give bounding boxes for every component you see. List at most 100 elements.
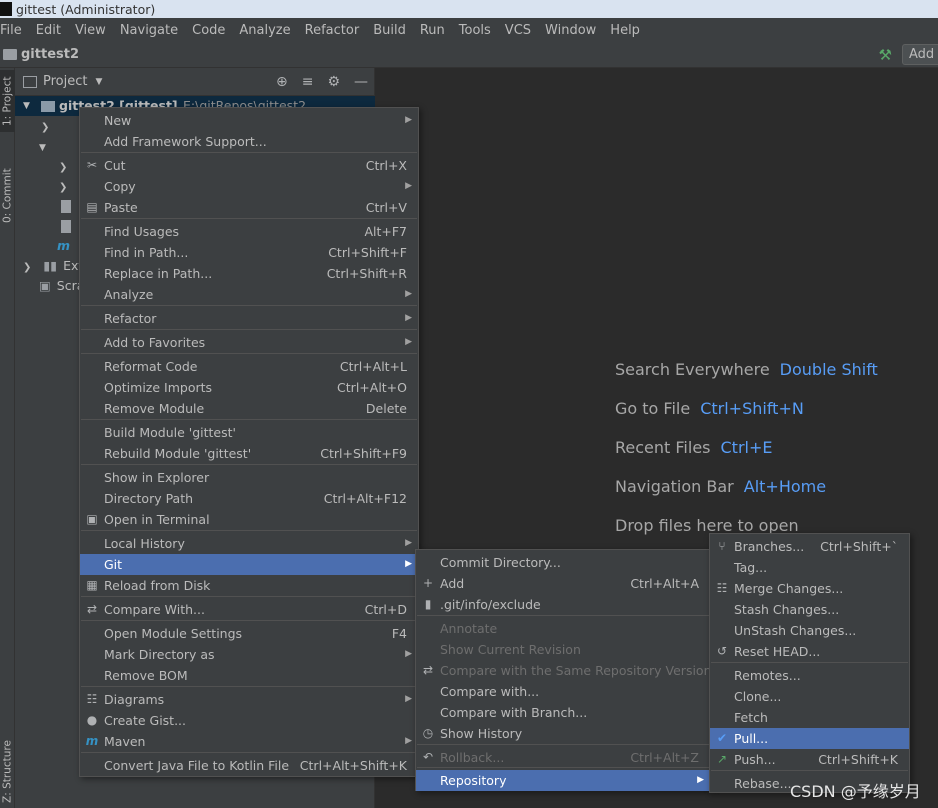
- menu-item-compare-with[interactable]: ⇄ Compare With... Ctrl+D: [80, 599, 418, 620]
- chevron-right-icon[interactable]: ❯: [59, 182, 67, 193]
- menu-item-branches[interactable]: ⑂ Branches... Ctrl+Shift+`: [710, 536, 909, 557]
- menu-item-find-in-path[interactable]: Find in Path... Ctrl+Shift+F: [80, 242, 418, 263]
- window-title: gittest (Administrator): [16, 1, 156, 17]
- tree-row[interactable]: [61, 216, 71, 236]
- add-configuration-button[interactable]: Add: [902, 44, 938, 65]
- tab-commit[interactable]: 0: Commit: [0, 160, 15, 232]
- tree-row[interactable]: ❯: [41, 116, 49, 136]
- menu-item-add-to-favorites[interactable]: Add to Favorites ▶: [80, 332, 418, 353]
- menu-item-compare-with-the-same-repository-version[interactable]: ⇄ Compare with the Same Repository Versio…: [416, 660, 712, 681]
- minimize-icon[interactable]: —: [354, 74, 368, 90]
- build-hammer-icon[interactable]: ⚒: [879, 46, 892, 64]
- tree-row[interactable]: ❯: [59, 176, 67, 196]
- menu-item-label: Git: [104, 557, 123, 572]
- menu-item-maven[interactable]: m Maven ▶: [80, 731, 418, 752]
- chevron-down-icon[interactable]: ▼: [23, 96, 30, 116]
- menu-item-rollback[interactable]: ↶ Rollback... Ctrl+Alt+Z: [416, 747, 710, 768]
- menu-item-merge-changes[interactable]: ☷ Merge Changes...: [710, 578, 909, 599]
- menu-item-directory-path[interactable]: Directory Path Ctrl+Alt+F12: [80, 488, 418, 509]
- menu-item-build-module-gittest[interactable]: Build Module 'gittest': [80, 422, 418, 443]
- menu-item-rebuild-module-gittest[interactable]: Rebuild Module 'gittest' Ctrl+Shift+F9: [80, 443, 418, 464]
- menu-item-copy[interactable]: Copy ▶: [80, 176, 418, 197]
- collapse-all-icon[interactable]: ≡: [302, 74, 314, 90]
- merge-icon: ☷: [716, 581, 728, 595]
- menu-view[interactable]: View: [68, 23, 113, 38]
- menu-file[interactable]: File: [0, 23, 29, 38]
- menu-item-show-history[interactable]: ◷ Show History: [416, 723, 710, 744]
- menu-item-pull[interactable]: ✔ Pull...: [710, 728, 909, 749]
- menu-item-cut[interactable]: ✂ Cut Ctrl+X: [80, 155, 418, 176]
- menu-item-convert-java-file-to-kotlin-file[interactable]: Convert Java File to Kotlin File Ctrl+Alt…: [80, 755, 418, 776]
- menu-item-reset-head[interactable]: ↺ Reset HEAD...: [710, 641, 909, 662]
- menu-item-commit-directory[interactable]: Commit Directory...: [416, 552, 710, 573]
- menu-analyze[interactable]: Analyze: [232, 23, 297, 38]
- menu-item-git-info-exclude[interactable]: ▮ .git/info/exclude: [416, 594, 710, 615]
- menu-item-reload-from-disk[interactable]: ▦ Reload from Disk: [80, 575, 418, 596]
- menu-item-paste[interactable]: ▤ Paste Ctrl+V: [80, 197, 418, 218]
- menu-item-analyze[interactable]: Analyze ▶: [80, 284, 418, 305]
- tree-row[interactable]: [61, 196, 71, 216]
- menu-item-fetch[interactable]: Fetch: [710, 707, 909, 728]
- hint-go-to-file: Go to File Ctrl+Shift+N: [615, 399, 804, 418]
- menu-item-repository[interactable]: Repository ▶: [416, 770, 710, 791]
- menu-refactor[interactable]: Refactor: [298, 23, 367, 38]
- menu-item-remove-module[interactable]: Remove Module Delete: [80, 398, 418, 419]
- menu-navigate[interactable]: Navigate: [113, 23, 185, 38]
- menu-item-optimize-imports[interactable]: Optimize Imports Ctrl+Alt+O: [80, 377, 418, 398]
- chevron-down-icon[interactable]: ▼: [95, 77, 102, 87]
- tab-structure[interactable]: Z: Structure: [0, 736, 15, 808]
- menu-item-shortcut: Ctrl+V: [365, 200, 407, 215]
- menu-item-add[interactable]: + Add Ctrl+Alt+A: [416, 573, 710, 594]
- file-icon: [61, 220, 71, 233]
- menu-item-compare-with-branch[interactable]: Compare with Branch...: [416, 702, 710, 723]
- project-panel-title[interactable]: Project: [43, 74, 87, 89]
- menu-item-replace-in-path[interactable]: Replace in Path... Ctrl+Shift+R: [80, 263, 418, 284]
- menu-item-find-usages[interactable]: Find Usages Alt+F7: [80, 221, 418, 242]
- chevron-right-icon[interactable]: ❯: [41, 122, 49, 133]
- menu-item-label: Replace in Path...: [104, 266, 213, 281]
- menu-item-reformat-code[interactable]: Reformat Code Ctrl+Alt+L: [80, 356, 418, 377]
- menu-item-new[interactable]: New ▶: [80, 110, 418, 131]
- menu-item-git[interactable]: Git ▶: [80, 554, 418, 575]
- menu-vcs[interactable]: VCS: [498, 23, 538, 38]
- menu-item-refactor[interactable]: Refactor ▶: [80, 308, 418, 329]
- menu-item-clone[interactable]: Clone...: [710, 686, 909, 707]
- menu-code[interactable]: Code: [185, 23, 232, 38]
- menu-item-compare-with[interactable]: Compare with...: [416, 681, 710, 702]
- chevron-down-icon[interactable]: ▼: [39, 143, 46, 153]
- menu-help[interactable]: Help: [603, 23, 647, 38]
- gear-icon[interactable]: ⚙: [327, 74, 340, 90]
- menu-item-open-module-settings[interactable]: Open Module Settings F4: [80, 623, 418, 644]
- menu-item-show-in-explorer[interactable]: Show in Explorer: [80, 467, 418, 488]
- menu-tools[interactable]: Tools: [452, 23, 498, 38]
- menu-item-show-current-revision[interactable]: Show Current Revision: [416, 639, 710, 660]
- menu-run[interactable]: Run: [413, 23, 452, 38]
- tree-row[interactable]: m: [57, 236, 70, 256]
- menu-item-push[interactable]: ↗ Push... Ctrl+Shift+K: [710, 749, 909, 770]
- menu-item-local-history[interactable]: Local History ▶: [80, 533, 418, 554]
- menu-build[interactable]: Build: [366, 23, 413, 38]
- menu-item-annotate[interactable]: Annotate: [416, 618, 710, 639]
- chevron-right-icon[interactable]: ❯: [23, 262, 31, 273]
- breadcrumb-project[interactable]: gittest2: [21, 47, 79, 62]
- chevron-right-icon[interactable]: ❯: [59, 162, 67, 173]
- tab-project[interactable]: 1: Project: [0, 70, 15, 132]
- tree-row-scratches[interactable]: ▣ Scra: [39, 276, 84, 296]
- menu-item-create-gist[interactable]: ● Create Gist...: [80, 710, 418, 731]
- locate-icon[interactable]: ⊕: [276, 74, 288, 90]
- menu-item-label: Reformat Code: [104, 359, 198, 374]
- menu-item-remove-bom[interactable]: Remove BOM: [80, 665, 418, 686]
- tree-row[interactable]: ❯: [59, 156, 67, 176]
- menu-item-unstash-changes[interactable]: UnStash Changes...: [710, 620, 909, 641]
- tree-row[interactable]: ▼: [39, 136, 46, 156]
- menu-item-diagrams[interactable]: ☷ Diagrams ▶: [80, 689, 418, 710]
- menu-item-shortcut: F4: [391, 626, 407, 641]
- menu-item-stash-changes[interactable]: Stash Changes...: [710, 599, 909, 620]
- menu-window[interactable]: Window: [538, 23, 603, 38]
- menu-item-add-framework-support[interactable]: Add Framework Support...: [80, 131, 418, 152]
- menu-item-remotes[interactable]: Remotes...: [710, 665, 909, 686]
- menu-item-tag[interactable]: Tag...: [710, 557, 909, 578]
- menu-edit[interactable]: Edit: [29, 23, 68, 38]
- menu-item-mark-directory-as[interactable]: Mark Directory as ▶: [80, 644, 418, 665]
- menu-item-open-in-terminal[interactable]: ▣ Open in Terminal: [80, 509, 418, 530]
